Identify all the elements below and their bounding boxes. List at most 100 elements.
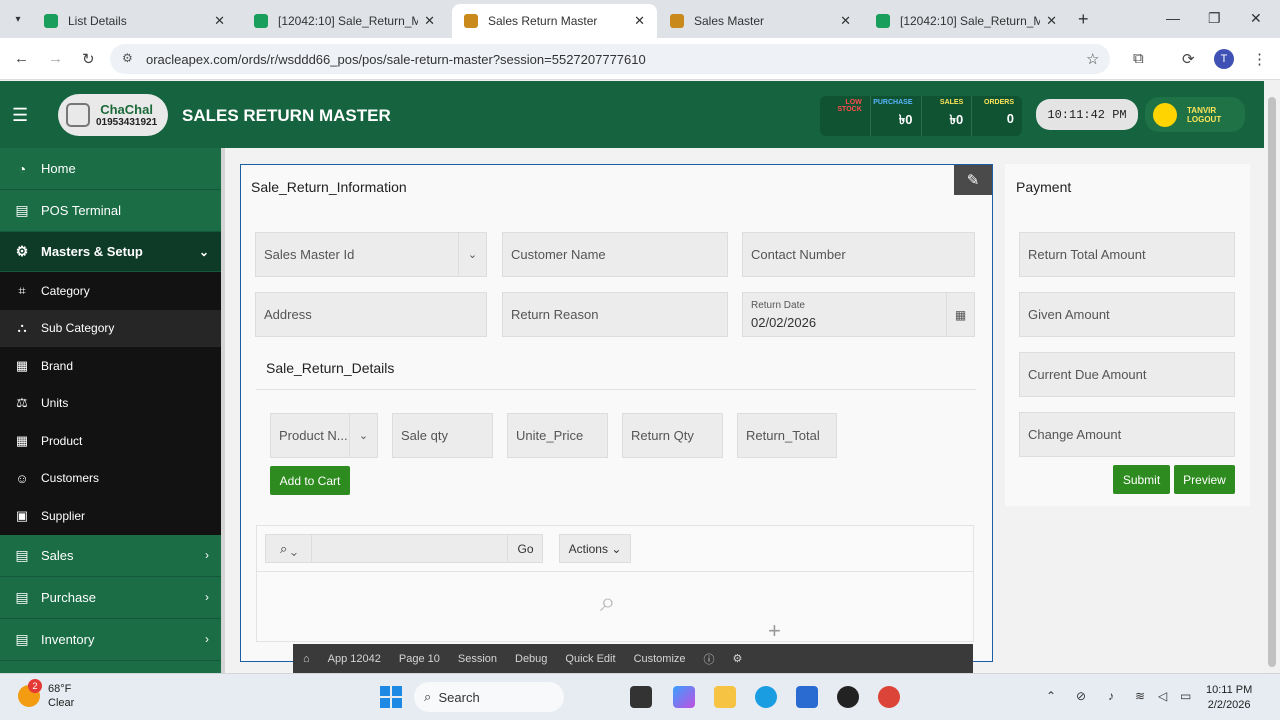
- sidebar-item-supplier[interactable]: ▣ Supplier: [0, 497, 221, 535]
- sidebar-item-sub-category[interactable]: ⛬ Sub Category: [0, 309, 221, 347]
- profile-avatar[interactable]: T: [1214, 49, 1234, 69]
- store-icon[interactable]: [796, 686, 818, 708]
- scroll-thumb[interactable]: [1268, 97, 1276, 667]
- home-icon[interactable]: ⌂: [303, 653, 310, 665]
- change-amount-field[interactable]: Change Amount: [1019, 412, 1235, 457]
- chevron-up-icon[interactable]: ⌃: [1046, 689, 1056, 703]
- add-to-cart-button[interactable]: Add to Cart: [270, 466, 350, 495]
- close-icon[interactable]: ✕: [840, 13, 851, 29]
- calendar-icon[interactable]: ▦: [946, 293, 974, 336]
- user-logout-button[interactable]: TANVIR LOGOUT: [1145, 97, 1245, 132]
- browser-tab[interactable]: [12042:10] Sale_Return_Mast ✕: [242, 4, 447, 38]
- sidebar-item-home[interactable]: ◔ Home: [0, 148, 221, 190]
- browser-menu-icon[interactable]: ⋮: [1252, 50, 1267, 68]
- volume-icon[interactable]: ◁: [1158, 689, 1167, 703]
- edge-icon[interactable]: [755, 686, 777, 708]
- go-button[interactable]: Go: [507, 534, 543, 563]
- close-icon[interactable]: ✕: [424, 13, 435, 29]
- sale-qty-field[interactable]: Sale qty: [392, 413, 493, 458]
- reload-icon[interactable]: ↻: [82, 50, 95, 68]
- wrench-icon[interactable]: ✎: [954, 165, 992, 195]
- info-icon[interactable]: ⓘ: [704, 651, 715, 667]
- dashboard-icon: ◔: [17, 160, 27, 177]
- submit-button[interactable]: Submit: [1113, 465, 1170, 494]
- hamburger-menu-icon[interactable]: ☰: [12, 105, 28, 126]
- sidebar-item-purchase[interactable]: ▤ Purchase ›: [0, 577, 221, 619]
- stat-low-stock[interactable]: LOW STOCK: [820, 96, 871, 136]
- product-name-select[interactable]: Product N... ⌄: [270, 413, 378, 458]
- return-total-field[interactable]: Return_Total: [737, 413, 837, 458]
- minimize-icon[interactable]: —: [1166, 10, 1180, 26]
- browser-tab[interactable]: [12042:10] Sale_Return_Mast ✕: [864, 4, 1069, 38]
- url-field[interactable]: ⚙ oracleapex.com/ords/r/wsddd66_pos/pos/…: [110, 44, 1110, 74]
- battery-icon[interactable]: ▭: [1180, 689, 1191, 703]
- tab-search-button[interactable]: ▾: [6, 8, 30, 30]
- sidebar-item-units[interactable]: ⚖ Units: [0, 384, 221, 422]
- contact-number-field[interactable]: Contact Number: [742, 232, 975, 277]
- browser-tab-active[interactable]: Sales Return Master ✕: [452, 4, 657, 38]
- microphone-icon[interactable]: ♪: [1108, 689, 1114, 703]
- return-total-amount-field[interactable]: Return Total Amount: [1019, 232, 1235, 277]
- taskbar-clock[interactable]: 10:11 PM 2/2/2026: [1206, 683, 1252, 713]
- dev-debug-link[interactable]: Debug: [515, 653, 547, 665]
- search-icon[interactable]: ⌕ ⌄: [266, 535, 312, 562]
- stat-purchase[interactable]: PURCHASE ৳0: [871, 96, 922, 136]
- sidebar-item-pos-terminal[interactable]: ▤ POS Terminal: [0, 190, 221, 232]
- settings-gear-icon[interactable]: ⚙: [733, 652, 743, 665]
- return-date-field[interactable]: Return Date 02/02/2026 ▦: [742, 292, 975, 337]
- sidebar-item-product[interactable]: ▦ Product: [0, 422, 221, 460]
- restore-icon[interactable]: ❐: [1208, 10, 1221, 27]
- copilot-icon[interactable]: [673, 686, 695, 708]
- apex-favicon-icon: [44, 14, 58, 28]
- task-view-icon[interactable]: [630, 686, 652, 708]
- dev-quick-edit-link[interactable]: Quick Edit: [565, 653, 615, 665]
- stat-sales[interactable]: SALES ৳0: [922, 96, 973, 136]
- sidebar-item-inventory[interactable]: ▤ Inventory ›: [0, 619, 221, 661]
- page-scrollbar[interactable]: [1264, 81, 1280, 673]
- no-data-search-icon: ⌕: [600, 586, 616, 617]
- sidebar-item-brand[interactable]: ▦ Brand: [0, 347, 221, 385]
- return-reason-field[interactable]: Return Reason: [502, 292, 728, 337]
- report-search-input[interactable]: ⌕ ⌄: [265, 534, 543, 563]
- close-icon[interactable]: ✕: [634, 13, 645, 29]
- network-off-icon[interactable]: ⊘: [1076, 689, 1086, 703]
- close-icon[interactable]: ✕: [1046, 13, 1057, 29]
- new-tab-button[interactable]: +: [1078, 9, 1089, 30]
- unit-price-field[interactable]: Unite_Price: [507, 413, 608, 458]
- site-info-icon[interactable]: ⚙: [122, 51, 133, 65]
- back-icon[interactable]: ←: [14, 50, 29, 67]
- return-qty-field[interactable]: Return Qty: [622, 413, 723, 458]
- preview-button[interactable]: Preview: [1174, 465, 1235, 494]
- sales-master-id-select[interactable]: Sales Master Id ⌄: [255, 232, 487, 277]
- wifi-icon[interactable]: ≋: [1135, 689, 1145, 703]
- browser-tab[interactable]: Sales Master ✕: [658, 4, 863, 38]
- current-due-amount-field[interactable]: Current Due Amount: [1019, 352, 1235, 397]
- app-logo[interactable]: ChaChal 01953431921: [58, 94, 168, 136]
- forward-icon[interactable]: →: [48, 50, 63, 67]
- chrome-icon[interactable]: [878, 686, 900, 708]
- obs-icon[interactable]: [837, 686, 859, 708]
- taskbar-search[interactable]: ⌕ Search: [414, 682, 564, 712]
- stat-orders[interactable]: ORDERS 0: [972, 96, 1022, 136]
- dev-app-link[interactable]: App 12042: [328, 653, 381, 665]
- weather-widget[interactable]: 2 68°F Clear: [18, 679, 74, 710]
- performance-icon[interactable]: ⟳: [1182, 50, 1195, 68]
- sidebar-item-sales[interactable]: ▤ Sales ›: [0, 535, 221, 577]
- dev-page-link[interactable]: Page 10: [399, 653, 440, 665]
- sidebar-item-category[interactable]: ⌗ Category: [0, 272, 221, 310]
- window-close-icon[interactable]: ✕: [1250, 10, 1262, 27]
- bookmark-star-icon[interactable]: ☆: [1086, 50, 1099, 68]
- extensions-icon[interactable]: ⧉: [1133, 50, 1144, 67]
- browser-tab[interactable]: List Details ✕: [32, 4, 237, 38]
- customer-name-field[interactable]: Customer Name: [502, 232, 728, 277]
- given-amount-field[interactable]: Given Amount: [1019, 292, 1235, 337]
- sidebar-item-masters-setup[interactable]: ⚙ Masters & Setup ⌄: [0, 232, 221, 272]
- close-icon[interactable]: ✕: [214, 13, 225, 29]
- address-field[interactable]: Address: [255, 292, 487, 337]
- dev-session-link[interactable]: Session: [458, 653, 497, 665]
- actions-menu-button[interactable]: Actions ⌄: [559, 534, 631, 563]
- dev-customize-link[interactable]: Customize: [634, 653, 686, 665]
- file-explorer-icon[interactable]: [714, 686, 736, 708]
- windows-start-icon[interactable]: [380, 686, 402, 708]
- sidebar-item-customers[interactable]: ☺ Customers: [0, 459, 221, 497]
